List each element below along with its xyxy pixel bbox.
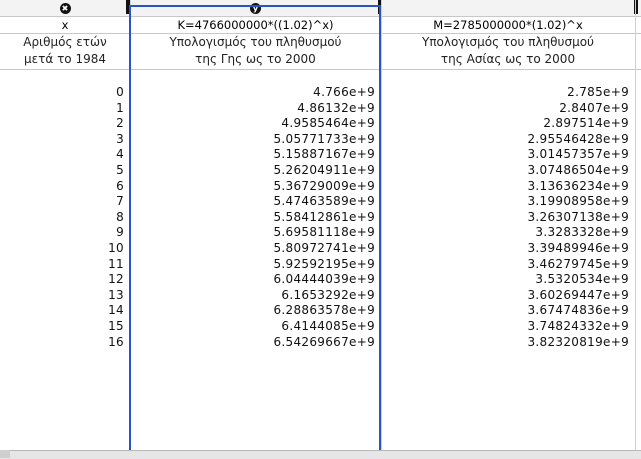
table-row: 1 4.86132e+9 2.8407e+9	[0, 100, 641, 116]
table-row: 15 6.4144085e+9 3.74824332e+9	[0, 318, 641, 334]
spreadsheet: ✖ y x K=4766000000*((1.02)^x) M=27850000…	[0, 0, 641, 459]
data-cell-x[interactable]: 12	[0, 271, 130, 287]
table-row: 12 6.04444039e+9 3.5320534e+9	[0, 271, 641, 287]
grid-line	[0, 16, 641, 17]
data-cell-x[interactable]: 4	[0, 146, 130, 162]
label-line: της Ασίας ως το 2000	[440, 52, 576, 66]
data-cell-k[interactable]: 5.58412861e+9	[130, 209, 381, 225]
formula-row: x K=4766000000*((1.02)^x) M=2785000000*(…	[0, 16, 641, 33]
label-cell-x[interactable]: Αριθμός ετών μετά το 1984	[0, 33, 130, 69]
label-line: Υπολογισμός του πληθυσμού	[421, 35, 594, 49]
data-cell-x[interactable]: 10	[0, 240, 130, 256]
data-cell-k[interactable]: 5.36729009e+9	[130, 178, 381, 194]
data-cell-m[interactable]: 3.67474836e+9	[381, 302, 635, 318]
data-cell-m[interactable]: 3.82320819e+9	[381, 334, 635, 350]
data-cell-m[interactable]: 2.897514e+9	[381, 115, 635, 131]
data-cell-x[interactable]: 15	[0, 318, 130, 334]
label-line: Υπολογισμός του πληθυσμού	[169, 35, 342, 49]
data-cell-m[interactable]: 3.74824332e+9	[381, 318, 635, 334]
table-row: 6 5.36729009e+9 3.13636234e+9	[0, 178, 641, 194]
data-cell-x[interactable]: 9	[0, 224, 130, 240]
data-cell-x[interactable]: 8	[0, 209, 130, 225]
data-cell-m[interactable]: 2.95546428e+9	[381, 131, 635, 147]
data-cell-m[interactable]: 3.5320534e+9	[381, 271, 635, 287]
table-row: 14 6.28863578e+9 3.67474836e+9	[0, 302, 641, 318]
data-cell-k[interactable]: 5.69581118e+9	[130, 224, 381, 240]
data-cell-k[interactable]: 5.80972741e+9	[130, 240, 381, 256]
data-cell-m[interactable]: 3.3283328e+9	[381, 224, 635, 240]
grid-line	[0, 33, 641, 34]
data-cell-k[interactable]: 5.15887167e+9	[130, 146, 381, 162]
x-circle-icon: ✖	[59, 2, 71, 14]
column-header-x[interactable]: ✖	[0, 0, 130, 16]
label-cell-k[interactable]: Υπολογισμός του πληθυσμού της Γης ως το …	[130, 33, 381, 69]
data-cell-k[interactable]: 4.766e+9	[130, 84, 381, 100]
grid-line	[635, 0, 636, 450]
label-line: μετά το 1984	[24, 52, 106, 66]
data-cell-k[interactable]: 5.92592195e+9	[130, 256, 381, 272]
grid-line	[130, 0, 131, 450]
data-cell-k[interactable]: 4.9585464e+9	[130, 115, 381, 131]
data-cell-k[interactable]: 5.05771733e+9	[130, 131, 381, 147]
data-cell-k[interactable]: 6.1653292e+9	[130, 287, 381, 303]
data-cell-x[interactable]: 1	[0, 100, 130, 116]
data-cell-x[interactable]: 16	[0, 334, 130, 350]
data-cell-m[interactable]: 3.60269447e+9	[381, 287, 635, 303]
y-circle-icon: y	[250, 2, 261, 14]
data-cell-k[interactable]: 6.04444039e+9	[130, 271, 381, 287]
formula-cell-k[interactable]: K=4766000000*((1.02)^x)	[130, 16, 381, 33]
table-row: 3 5.05771733e+9 2.95546428e+9	[0, 131, 641, 147]
table-row: 4 5.15887167e+9 3.01457357e+9	[0, 146, 641, 162]
formula-cell-m[interactable]: M=2785000000*(1.02)^x	[381, 16, 635, 33]
data-cell-m[interactable]: 2.785e+9	[381, 84, 635, 100]
column-header-m[interactable]	[381, 0, 635, 16]
data-cell-x[interactable]: 13	[0, 287, 130, 303]
data-cell-k[interactable]: 5.26204911e+9	[130, 162, 381, 178]
column-header-k[interactable]: y	[130, 0, 381, 16]
table-row: 0 4.766e+9 2.785e+9	[0, 84, 641, 100]
data-cell-m[interactable]: 3.26307138e+9	[381, 209, 635, 225]
table-row: 16 6.54269667e+9 3.82320819e+9	[0, 334, 641, 350]
table-row: 11 5.92592195e+9 3.46279745e+9	[0, 256, 641, 272]
table-row: 10 5.80972741e+9 3.39489946e+9	[0, 240, 641, 256]
label-line: της Γης ως το 2000	[195, 52, 316, 66]
label-cell-m[interactable]: Υπολογισμός του πληθυσμού της Ασίας ως τ…	[381, 33, 635, 69]
data-cell-k[interactable]: 6.54269667e+9	[130, 334, 381, 350]
label-line: Αριθμός ετών	[23, 35, 107, 49]
data-cell-m[interactable]: 3.19908958e+9	[381, 193, 635, 209]
data-cell-x[interactable]: 5	[0, 162, 130, 178]
grid-line	[0, 69, 641, 70]
table-row: 13 6.1653292e+9 3.60269447e+9	[0, 287, 641, 303]
scrollbar-thumb[interactable]	[0, 450, 10, 458]
data-cell-m[interactable]: 3.39489946e+9	[381, 240, 635, 256]
table-row: 9 5.69581118e+9 3.3283328e+9	[0, 224, 641, 240]
table-row: 2 4.9585464e+9 2.897514e+9	[0, 115, 641, 131]
data-cell-k[interactable]: 6.4144085e+9	[130, 318, 381, 334]
data-cell-x[interactable]: 0	[0, 84, 130, 100]
label-row: Αριθμός ετών μετά το 1984 Υπολογισμός το…	[0, 33, 641, 69]
column-header-row: ✖ y	[0, 0, 641, 16]
table-row: 5 5.26204911e+9 3.07486504e+9	[0, 162, 641, 178]
table-row: 7 5.47463589e+9 3.19908958e+9	[0, 193, 641, 209]
data-cell-k[interactable]: 5.47463589e+9	[130, 193, 381, 209]
data-cell-x[interactable]: 2	[0, 115, 130, 131]
data-cell-x[interactable]: 14	[0, 302, 130, 318]
data-cell-m[interactable]: 2.8407e+9	[381, 100, 635, 116]
data-cell-x[interactable]: 3	[0, 131, 130, 147]
data-cell-m[interactable]: 3.07486504e+9	[381, 162, 635, 178]
data-cell-m[interactable]: 3.13636234e+9	[381, 178, 635, 194]
data-cell-m[interactable]: 3.01457357e+9	[381, 146, 635, 162]
data-cell-x[interactable]: 11	[0, 256, 130, 272]
data-cell-k[interactable]: 6.28863578e+9	[130, 302, 381, 318]
data-cell-m[interactable]: 3.46279745e+9	[381, 256, 635, 272]
grid-line	[381, 0, 382, 450]
formula-cell-x[interactable]: x	[0, 16, 130, 33]
data-cell-x[interactable]: 7	[0, 193, 130, 209]
data-cell-k[interactable]: 4.86132e+9	[130, 100, 381, 116]
data-cell-x[interactable]: 6	[0, 178, 130, 194]
table-row: 8 5.58412861e+9 3.26307138e+9	[0, 209, 641, 225]
